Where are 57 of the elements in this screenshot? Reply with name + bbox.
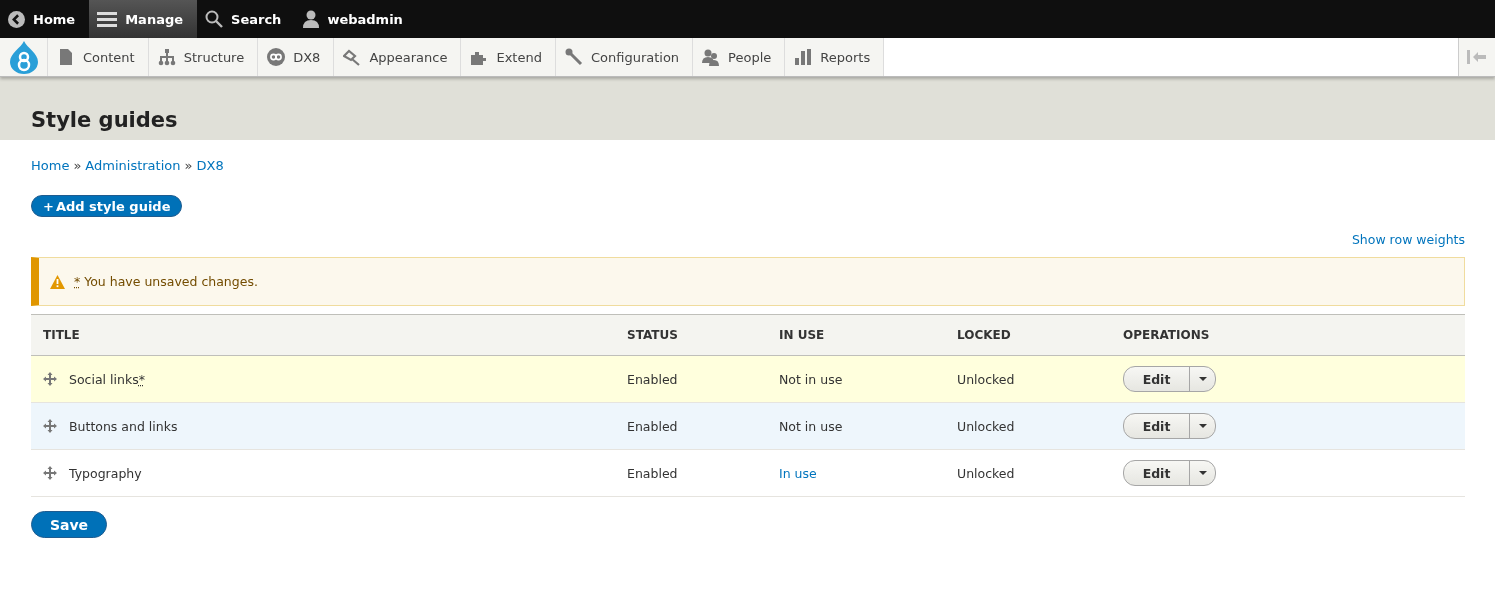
column-header: TITLE: [31, 314, 615, 356]
hierarchy-icon: [157, 48, 176, 66]
page-title: Style guides: [31, 108, 178, 132]
column-header: IN USE: [767, 314, 945, 356]
tray-menu-item[interactable]: People: [693, 38, 786, 76]
toolbar-tab[interactable]: webadmin: [295, 0, 417, 38]
toolbar-tab[interactable]: Home: [0, 0, 90, 38]
bar-chart-icon: [794, 48, 813, 66]
user-icon: [303, 10, 320, 28]
show-row-weights-link[interactable]: Show row weights: [1351, 232, 1465, 247]
toolbar-tab[interactable]: Search: [197, 0, 296, 38]
column-header: STATUS: [615, 314, 767, 356]
tray-menu-item[interactable]: Reports: [785, 38, 885, 76]
add-style-guide-button[interactable]: +Add style guide: [31, 195, 183, 217]
column-header: OPERATIONS: [1111, 314, 1465, 356]
tray-menu-item[interactable]: DX8: [258, 38, 335, 76]
orientation-toggle-button[interactable]: [1458, 38, 1495, 76]
table-cell: Buttons and links: [69, 418, 178, 434]
in-use-link[interactable]: In use: [779, 465, 817, 481]
tray-menu-item[interactable]: Configuration: [555, 38, 694, 76]
table-cell: Unlocked: [957, 465, 1015, 481]
save-button[interactable]: Save: [31, 511, 107, 538]
table-cell: Enabled: [627, 371, 678, 387]
drag-handle-icon[interactable]: [43, 372, 57, 386]
people-icon: [702, 48, 721, 66]
breadcrumb-separator: »: [73, 158, 82, 173]
search-icon: [205, 10, 224, 28]
tray-menu-item[interactable]: Structure: [148, 38, 259, 76]
collapse-arrow-icon: [1467, 49, 1487, 65]
document-icon: [57, 48, 75, 66]
table-cell: Social links*: [69, 371, 145, 387]
back-icon: [8, 10, 25, 28]
menu-icon: [97, 10, 118, 28]
table-cell: Enabled: [627, 418, 678, 434]
breadcrumb-link[interactable]: Administration: [85, 158, 181, 173]
drag-handle-icon[interactable]: [43, 419, 57, 433]
tray-menu-item[interactable]: Appearance: [334, 38, 462, 76]
table-cell: Enabled: [627, 465, 678, 481]
caret-icon: [1198, 471, 1207, 475]
tray-menu-item[interactable]: Extend: [461, 38, 556, 76]
tray-menu-item[interactable]: Content: [48, 38, 149, 76]
caret-icon: [1198, 377, 1207, 381]
table-cell: Not in use: [779, 371, 843, 387]
table-cell: Unlocked: [957, 371, 1015, 387]
caret-icon: [1198, 424, 1207, 428]
breadcrumb-separator: »: [184, 158, 193, 173]
warning-icon: [50, 274, 65, 289]
toolbar-tab[interactable]: Manage: [89, 0, 198, 38]
table-cell: Unlocked: [957, 418, 1015, 434]
column-header: LOCKED: [945, 314, 1111, 356]
table-cell: Typography: [69, 465, 142, 481]
drag-handle-icon[interactable]: [43, 466, 57, 480]
breadcrumb-link[interactable]: Home: [31, 158, 70, 173]
drop-logo-icon[interactable]: [8, 40, 39, 74]
breadcrumb-link[interactable]: DX8: [196, 158, 224, 173]
table-cell: Not in use: [779, 418, 843, 434]
warning-text: * You have unsaved changes.: [74, 274, 258, 289]
